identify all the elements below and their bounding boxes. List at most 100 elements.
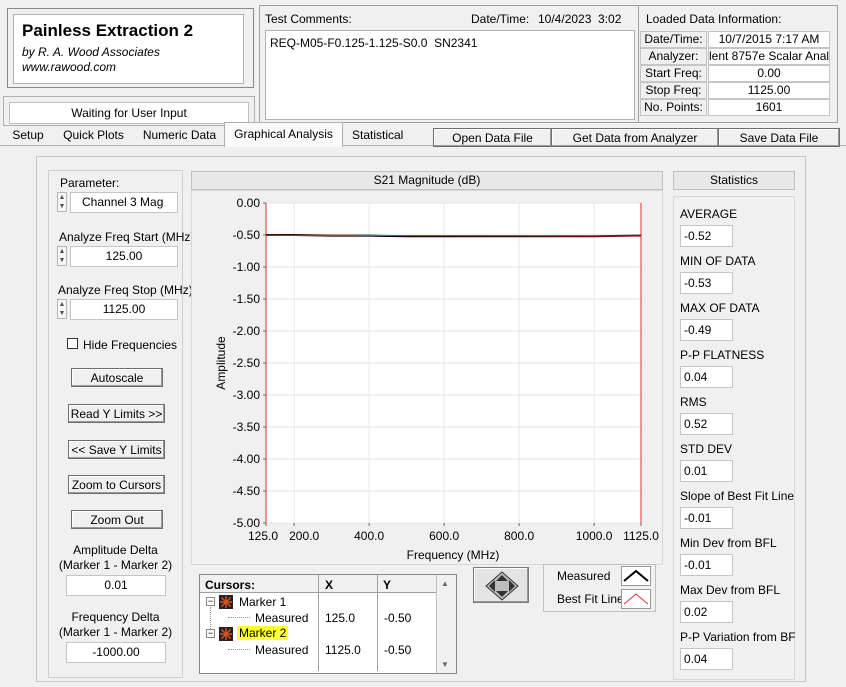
marker-2-expander[interactable]: −: [206, 629, 215, 638]
save-data-file-button[interactable]: Save Data File: [718, 128, 840, 147]
x-tick-label: 800.0: [504, 529, 534, 543]
comments-label: Test Comments:: [265, 12, 352, 26]
x-tick-label: 125.0: [248, 529, 278, 543]
marker-1-y: -0.50: [384, 611, 412, 625]
amplitude-delta-value: 0.01: [66, 575, 166, 596]
comments-field[interactable]: REQ-M05-F0.125-1.125-S0.0 SN2341: [265, 30, 635, 120]
stat-value: -0.49: [680, 319, 733, 341]
loaded-data-row: Date/Time: 10/7/2015 7:17 AM: [640, 31, 830, 48]
stat-value: 0.52: [680, 413, 733, 435]
tab-graphical-analysis[interactable]: Graphical Analysis: [224, 122, 343, 147]
loaded-data-value: 10/7/2015 7:17 AM: [708, 31, 830, 48]
comments-panel: Test Comments: Date/Time: 10/4/2023 3:02…: [259, 5, 639, 123]
legend-bestfit-swatch[interactable]: [621, 589, 651, 609]
zoom-out-button[interactable]: Zoom Out: [71, 510, 163, 529]
stat-label: STD DEV: [680, 442, 733, 456]
app-website: www.rawood.com: [22, 60, 117, 74]
loaded-data-key: Analyzer:: [640, 48, 707, 65]
legend-measured-swatch[interactable]: [621, 566, 651, 586]
loaded-data-value: 0.00: [708, 65, 830, 82]
freq-stop-label: Analyze Freq Stop (MHz): [58, 283, 193, 297]
best-fit-series-line: [265, 234, 642, 237]
frequency-delta-value: -1000.00: [66, 642, 166, 663]
status-box: Waiting for User Input: [3, 96, 255, 126]
amplitude-delta-label: Amplitude Delta: [73, 543, 158, 557]
y-tick-label: -1.50: [233, 292, 261, 306]
app-title: Painless Extraction 2: [22, 21, 194, 40]
cursors-y-header: Y: [383, 578, 392, 592]
y-axis-label: Amplitude: [214, 336, 228, 390]
stat-value: -0.52: [680, 225, 733, 247]
legend-bestfit-label: Best Fit Line: [557, 592, 624, 606]
stat-label: AVERAGE: [680, 207, 738, 221]
tab-statistical-analysis[interactable]: Statistical Analy: [347, 126, 432, 146]
x-tick-label: 200.0: [289, 529, 319, 543]
stat-value: 0.04: [680, 648, 733, 670]
datetime-label: Date/Time:: [471, 12, 530, 26]
loaded-data-value: 1601: [708, 99, 830, 116]
frequency-delta-sublabel: (Marker 1 - Marker 2): [58, 625, 173, 639]
marker-1-x: 125.0: [325, 611, 356, 625]
stat-label: MAX OF DATA: [680, 301, 760, 315]
marker-2-icon: [219, 627, 233, 641]
stat-value: -0.01: [680, 507, 733, 529]
stat-label: Min Dev from BFL: [680, 536, 777, 550]
stat-label: Slope of Best Fit Line: [680, 489, 795, 503]
marker-1-name[interactable]: Marker 1: [239, 595, 286, 609]
tab-numeric-data[interactable]: Numeric Data: [137, 126, 222, 146]
x-tick-label: 400.0: [354, 529, 384, 543]
y-tick-label: -2.50: [233, 356, 261, 370]
loaded-data-title: Loaded Data Information:: [646, 12, 782, 26]
tab-setup[interactable]: Setup: [5, 126, 51, 146]
loaded-data-row: Analyzer: lent 8757e Scalar Analy: [640, 48, 830, 65]
save-y-limits-button[interactable]: << Save Y Limits: [68, 440, 165, 459]
loaded-data-row: Stop Freq: 1125.00: [640, 82, 830, 99]
read-y-limits-button[interactable]: Read Y Limits >>: [68, 404, 165, 423]
open-data-file-button[interactable]: Open Data File: [433, 128, 552, 147]
x-tick-label: 1125.0: [623, 529, 659, 543]
status-text: Waiting for User Input: [9, 102, 249, 124]
stat-value: -0.01: [680, 554, 733, 576]
loaded-data-key: Start Freq:: [640, 65, 707, 82]
legend-measured-label: Measured: [557, 569, 611, 583]
loaded-data-value: 1125.00: [708, 82, 830, 99]
zoom-to-cursors-button[interactable]: Zoom to Cursors: [68, 475, 165, 494]
tab-quick-plots[interactable]: Quick Plots: [55, 126, 132, 146]
freq-start-spinner[interactable]: ▲ ▼: [57, 246, 67, 266]
datetime-value: 10/4/2023 3:02: [538, 12, 622, 26]
stat-value: 0.01: [680, 460, 733, 482]
app-author: by R. A. Wood Associates: [22, 45, 160, 59]
autoscale-button[interactable]: Autoscale: [71, 368, 163, 387]
loaded-data-row: Start Freq: 0.00: [640, 65, 830, 82]
graph-pan-button[interactable]: [473, 567, 529, 603]
y-tick-label: -2.00: [233, 324, 261, 338]
amplitude-chart[interactable]: 0.00 -0.50 -1.00 -1.50 -2.00 -2.50 -3.00 -3.50 -…: [191, 190, 663, 565]
get-data-from-analyzer-button[interactable]: Get Data from Analyzer: [551, 128, 719, 147]
marker-2-row-label: Measured: [255, 643, 309, 657]
stat-value: 0.02: [680, 601, 733, 623]
y-tick-label: -3.00: [233, 388, 261, 402]
freq-stop-spinner[interactable]: ▲ ▼: [57, 299, 67, 319]
freq-start-input[interactable]: 125.00: [70, 246, 178, 267]
y-tick-label: -4.00: [233, 452, 261, 466]
stat-label: P-P Variation from BF: [680, 630, 796, 644]
parameter-select[interactable]: Channel 3 Mag: [70, 192, 178, 213]
freq-stop-input[interactable]: 1125.00: [70, 299, 178, 320]
statistics-header: Statistics: [673, 171, 795, 190]
freq-start-label: Analyze Freq Start (MHz): [59, 230, 195, 244]
marker-1-icon: [219, 595, 233, 609]
y-tick-label: -5.00: [233, 516, 261, 530]
stat-label: MIN OF DATA: [680, 254, 756, 268]
x-tick-label: 600.0: [429, 529, 459, 543]
marker-2-name[interactable]: Marker 2: [237, 626, 289, 640]
marker-1-expander[interactable]: −: [206, 597, 215, 606]
marker-2-x: 1125.0: [325, 643, 361, 657]
cursors-scrollbar[interactable]: ▲ ▼: [436, 575, 456, 673]
parameter-spinner[interactable]: ▲ ▼: [57, 192, 67, 212]
hide-frequencies-checkbox[interactable]: [67, 338, 78, 349]
comments-text: REQ-M05-F0.125-1.125-S0.0 SN2341: [270, 36, 478, 50]
y-tick-label: -4.50: [233, 484, 261, 498]
amplitude-delta-sublabel: (Marker 1 - Marker 2): [58, 558, 173, 572]
title-box: Painless Extraction 2 by R. A. Wood Asso…: [7, 8, 254, 88]
x-tick-label: 1000.0: [576, 529, 613, 543]
